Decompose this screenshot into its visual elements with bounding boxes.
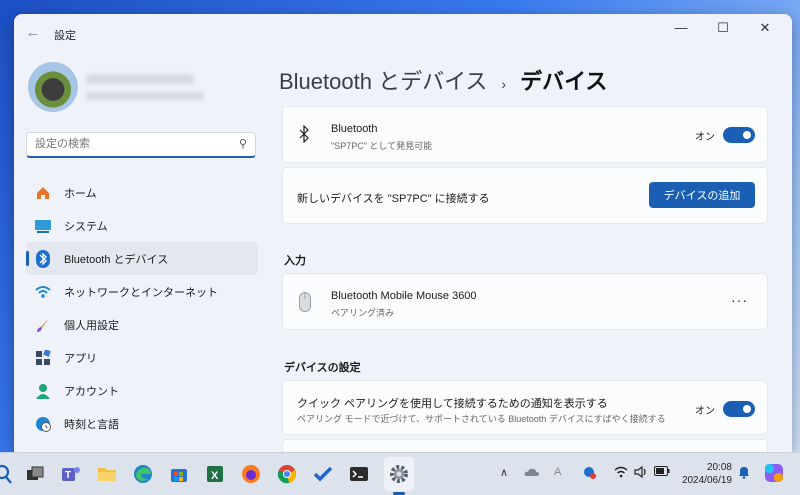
onedrive-icon[interactable] bbox=[524, 466, 540, 481]
terminal-icon[interactable] bbox=[348, 463, 370, 485]
add-device-text: 新しいデバイスを "SP7PC" に接続する bbox=[297, 193, 490, 205]
clock-date: 2024/06/19 bbox=[681, 475, 732, 486]
task-view-icon[interactable] bbox=[24, 463, 46, 485]
minimize-button[interactable]: — bbox=[660, 14, 702, 44]
swift-pair-toggle-label: オン bbox=[695, 406, 715, 417]
ime-indicator[interactable]: A bbox=[554, 466, 561, 478]
app-title: 設定 bbox=[54, 30, 76, 42]
volume-icon[interactable] bbox=[634, 465, 648, 481]
mouse-device-status: ペアリング済み bbox=[331, 308, 395, 318]
toggle-knob bbox=[743, 131, 751, 139]
bluetooth-card: Bluetooth "SP7PC" として発見可能 オン bbox=[282, 106, 768, 163]
brush-icon bbox=[34, 316, 52, 334]
sidebar-item-label: ホーム bbox=[64, 187, 97, 200]
back-arrow-icon[interactable]: ← bbox=[24, 24, 42, 42]
tray-overflow-icon[interactable]: ∧ bbox=[500, 466, 508, 479]
bluetooth-title: Bluetooth bbox=[331, 123, 378, 135]
device-settings-heading: デバイスの設定 bbox=[284, 362, 361, 374]
store-icon[interactable] bbox=[168, 463, 190, 485]
edge-icon[interactable] bbox=[132, 463, 154, 485]
swift-pair-subtitle: ペアリング モードで近づけて、サポートされている Bluetooth デバイスに… bbox=[297, 414, 666, 424]
system-icon bbox=[34, 217, 52, 235]
chat-bubble-icon[interactable] bbox=[582, 466, 596, 483]
breadcrumb: Bluetooth とデバイス › デバイス bbox=[279, 64, 607, 96]
breadcrumb-parent[interactable]: Bluetooth とデバイス bbox=[279, 64, 487, 96]
sidebar-item-label: ネットワークとインターネット bbox=[64, 286, 218, 299]
clock-time: 20:08 bbox=[706, 462, 732, 473]
account-icon bbox=[34, 382, 52, 400]
search-input[interactable] bbox=[35, 133, 225, 155]
toggle-knob bbox=[743, 405, 751, 413]
search-taskbar-icon[interactable] bbox=[0, 463, 16, 485]
sidebar-item-home[interactable]: ホーム bbox=[26, 176, 258, 209]
close-button[interactable]: ✕ bbox=[744, 14, 786, 44]
page-title: デバイス bbox=[520, 69, 608, 94]
mouse-device-name: Bluetooth Mobile Mouse 3600 bbox=[331, 290, 477, 302]
account-email-redacted bbox=[86, 92, 204, 100]
notification-bell-icon[interactable] bbox=[738, 466, 750, 482]
apps-icon bbox=[34, 349, 52, 367]
avatar[interactable] bbox=[28, 62, 78, 112]
sidebar-item-label: アプリ bbox=[64, 352, 97, 365]
bluetooth-subtitle: "SP7PC" として発見可能 bbox=[331, 141, 433, 151]
clock[interactable]: 20:08 2024/06/19 bbox=[682, 461, 732, 487]
todo-icon[interactable] bbox=[312, 463, 334, 485]
swift-pair-toggle[interactable] bbox=[723, 401, 755, 417]
sidebar-item-apps[interactable]: アプリ bbox=[26, 341, 258, 374]
sidebar-item-system[interactable]: システム bbox=[26, 209, 258, 242]
excel-icon[interactable]: X bbox=[204, 463, 226, 485]
svg-text:X: X bbox=[211, 470, 219, 482]
breadcrumb-separator: › bbox=[501, 76, 507, 92]
settings-window: ← 設定 — ☐ ✕ ⚲ ホーム システム Bluetoot bbox=[14, 14, 792, 452]
sidebar-item-label: 個人用設定 bbox=[64, 319, 119, 332]
next-settings-card bbox=[282, 439, 768, 452]
title-bar: ← 設定 — ☐ ✕ bbox=[14, 14, 792, 52]
svg-text:T: T bbox=[65, 470, 71, 481]
home-icon bbox=[34, 184, 52, 202]
account-name-redacted bbox=[86, 74, 194, 84]
file-explorer-icon[interactable] bbox=[96, 463, 118, 485]
bluetooth-symbol-icon bbox=[299, 124, 309, 148]
mouse-device-card[interactable]: Bluetooth Mobile Mouse 3600 ペアリング済み ··· bbox=[282, 273, 768, 330]
add-device-button[interactable]: デバイスの追加 bbox=[649, 182, 755, 208]
copilot-icon[interactable] bbox=[764, 463, 784, 486]
sidebar-item-personalization[interactable]: 個人用設定 bbox=[26, 308, 258, 341]
bluetooth-toggle[interactable] bbox=[723, 127, 755, 143]
search-icon[interactable]: ⚲ bbox=[239, 137, 247, 150]
sidebar-item-network[interactable]: ネットワークとインターネット bbox=[26, 275, 258, 308]
firefox-icon[interactable] bbox=[240, 463, 262, 485]
sidebar-item-bluetooth[interactable]: Bluetooth とデバイス bbox=[26, 242, 258, 275]
globe-clock-icon bbox=[34, 415, 52, 433]
swift-pair-title: クイック ペアリングを使用して接続するための通知を表示する bbox=[297, 398, 608, 410]
sidebar-item-accounts[interactable]: アカウント bbox=[26, 374, 258, 407]
maximize-button[interactable]: ☐ bbox=[702, 14, 744, 44]
sidebar-item-label: Bluetooth とデバイス bbox=[64, 253, 169, 266]
sidebar-nav: ホーム システム Bluetooth とデバイス ネットワークとインターネット … bbox=[26, 176, 258, 440]
settings-gear-icon[interactable] bbox=[388, 463, 410, 485]
sidebar-item-time-language[interactable]: 時刻と言語 bbox=[26, 407, 258, 440]
bluetooth-toggle-label: オン bbox=[695, 132, 715, 143]
bluetooth-icon bbox=[34, 249, 52, 268]
wifi-icon bbox=[34, 283, 52, 301]
sidebar-item-label: 時刻と言語 bbox=[64, 418, 119, 431]
sidebar-item-label: システム bbox=[64, 220, 108, 233]
input-section-heading: 入力 bbox=[284, 255, 306, 267]
taskbar: T X ∧ A 20:08 2024/06/19 bbox=[0, 452, 800, 495]
more-options-icon[interactable]: ··· bbox=[731, 292, 748, 308]
sidebar-item-label: アカウント bbox=[64, 385, 119, 398]
chrome-icon[interactable] bbox=[276, 463, 298, 485]
wifi-tray-icon[interactable] bbox=[614, 466, 628, 481]
settings-search[interactable]: ⚲ bbox=[26, 132, 256, 158]
swift-pair-card: クイック ペアリングを使用して接続するための通知を表示する ペアリング モードで… bbox=[282, 380, 768, 435]
mouse-icon bbox=[299, 292, 311, 317]
battery-icon[interactable] bbox=[654, 466, 670, 479]
add-device-card: 新しいデバイスを "SP7PC" に接続する デバイスの追加 bbox=[282, 167, 768, 224]
teams-icon[interactable]: T bbox=[60, 463, 82, 485]
